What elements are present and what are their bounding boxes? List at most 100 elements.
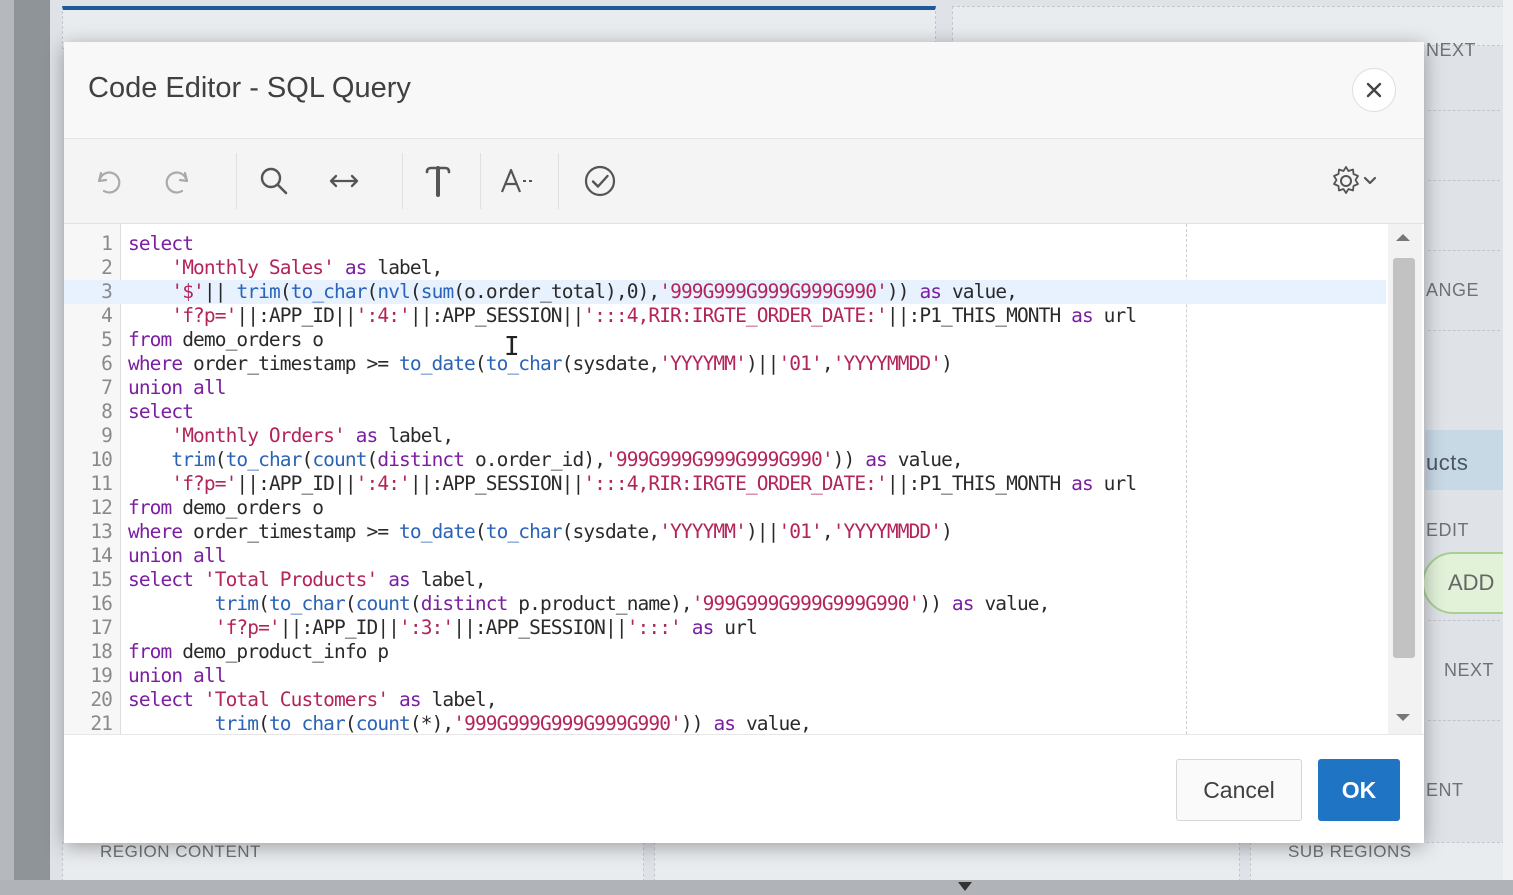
code-line[interactable]: 6 where order_timestamp >= to_date(to_cha… [64, 352, 1386, 376]
code-line[interactable]: 15 select 'Total Products' as label, [64, 568, 1386, 592]
code-token: as [713, 712, 736, 734]
code-token: '999G999G999G999G990' [659, 280, 888, 303]
code-token: 'f?p=' [171, 304, 237, 327]
code-line[interactable]: 13 where order_timestamp >= to_date(to_ch… [64, 520, 1386, 544]
code-token: (o.order_total),0), [453, 280, 660, 303]
code-line[interactable]: 17 'f?p='||:APP_ID||':3:'||:APP_SESSION|… [64, 616, 1386, 640]
code-token: select [128, 568, 194, 591]
code-token: ':::' [626, 616, 682, 639]
code-token: to_date [399, 520, 476, 543]
replace-button[interactable] [322, 159, 366, 203]
line-number: 5 [101, 328, 113, 351]
dialog-header: Code Editor - SQL Query [64, 42, 1424, 139]
code-token: ( [279, 280, 292, 303]
code-token: from [128, 496, 172, 519]
code-token: from [128, 640, 172, 663]
code-line[interactable]: 4 'f?p='||:APP_ID||':4:'||:APP_SESSION||… [64, 304, 1386, 328]
code-line[interactable]: 16 trim(to_char(count(distinct p.product… [64, 592, 1386, 616]
line-number: 9 [101, 424, 113, 447]
code-text: 'f?p='||:APP_ID||':4:'||:APP_SESSION||':… [128, 304, 1137, 328]
ok-button[interactable]: OK [1318, 759, 1400, 821]
redo-button[interactable] [156, 159, 200, 203]
code-line[interactable]: 7 union all [64, 376, 1386, 400]
text-cursor-icon: I [504, 332, 520, 362]
left-edge [0, 0, 14, 895]
settings-menu-button[interactable] [1330, 159, 1386, 203]
code-token: as [951, 592, 975, 615]
code-token: ( [344, 592, 357, 615]
code-token: )) [919, 592, 952, 615]
scroll-up-arrow-icon[interactable] [1396, 234, 1410, 241]
code-token: value, [941, 280, 1018, 303]
code-token: select [128, 400, 194, 423]
code-content[interactable]: 1 select 2 'Monthly Sales' as label, 3 '$'|… [64, 232, 1386, 734]
code-token: trim [214, 592, 259, 615]
code-token: '01' [778, 352, 822, 375]
line-number: 21 [90, 712, 113, 734]
code-token: ':::4,RIR:IRGTE_ORDER_DATE:' [583, 472, 887, 495]
code-line[interactable]: 3 '$'|| trim(to_char(nvl(sum(o.order_tot… [64, 280, 1386, 304]
font-size-button[interactable] [496, 159, 540, 203]
code-token: )) [832, 448, 866, 471]
caret-down-icon[interactable] [958, 882, 972, 891]
code-editor[interactable]: 1 select 2 'Monthly Sales' as label, 3 '$'|… [64, 224, 1422, 734]
close-icon [1366, 82, 1382, 98]
code-line[interactable]: 18 from demo_product_info p [64, 640, 1386, 664]
line-number: 15 [90, 568, 113, 591]
code-token: ( [258, 712, 270, 734]
code-line[interactable]: 21 trim(to char(count(*),'999G999G999G99… [64, 712, 1386, 734]
code-line[interactable]: 9 'Monthly Orders' as label, [64, 424, 1386, 448]
redo-icon [165, 171, 189, 194]
code-token: union all [128, 376, 226, 399]
bg-divider [1428, 620, 1500, 621]
code-token: select [128, 688, 194, 711]
code-line[interactable]: 20 select 'Total Customers' as label, [64, 688, 1386, 712]
code-token: as [344, 256, 368, 279]
code-token: ||:APP_SESSION|| [409, 472, 584, 495]
code-token: (*), [409, 712, 454, 734]
code-line[interactable]: 12 from demo_orders o [64, 496, 1386, 520]
code-token: ||:APP_SESSION|| [453, 616, 627, 639]
bg-change-label: ANGE [1426, 280, 1480, 300]
code-line[interactable]: 5 from demo_orders o [64, 328, 1386, 352]
code-line[interactable]: 8 select [64, 400, 1386, 424]
code-token: '$' [171, 280, 204, 303]
code-line[interactable]: 1 select [64, 232, 1386, 256]
search-icon [260, 167, 288, 195]
bg-edit-label: EDIT [1426, 520, 1470, 540]
close-button[interactable] [1352, 68, 1396, 112]
replace-icon [329, 174, 359, 188]
code-token: url [1092, 472, 1137, 495]
undo-button[interactable] [86, 159, 130, 203]
bg-divider [1428, 330, 1500, 331]
code-token: 'YYYYMMDD' [832, 352, 942, 375]
code-line[interactable]: 11 'f?p='||:APP_ID||':4:'||:APP_SESSION|… [64, 472, 1386, 496]
search-button[interactable] [252, 159, 296, 203]
code-token: demo_orders o [171, 496, 324, 519]
line-number: 1 [101, 232, 113, 255]
scrollbar-thumb[interactable] [1393, 258, 1415, 658]
line-number: 14 [90, 544, 113, 567]
scroll-down-arrow-icon[interactable] [1396, 714, 1410, 721]
validate-button[interactable] [578, 159, 622, 203]
code-line[interactable]: 2 'Monthly Sales' as label, [64, 256, 1386, 280]
format-button[interactable] [416, 159, 460, 203]
code-text: trim(to_char(count(distinct o.order_id),… [128, 448, 963, 472]
line-number: 8 [101, 400, 113, 423]
code-token: nvl [377, 280, 410, 303]
code-text: 'Monthly Sales' as label, [128, 256, 443, 280]
cancel-button[interactable]: Cancel [1176, 759, 1302, 821]
bg-add-button[interactable]: ADD [1422, 552, 1513, 614]
code-token: )) [680, 712, 714, 734]
code-line[interactable]: 19 union all [64, 664, 1386, 688]
code-line[interactable]: 10 trim(to_char(count(distinct o.order_i… [64, 448, 1386, 472]
code-text: from demo_orders o [128, 328, 324, 352]
code-line[interactable]: 14 union all [64, 544, 1386, 568]
